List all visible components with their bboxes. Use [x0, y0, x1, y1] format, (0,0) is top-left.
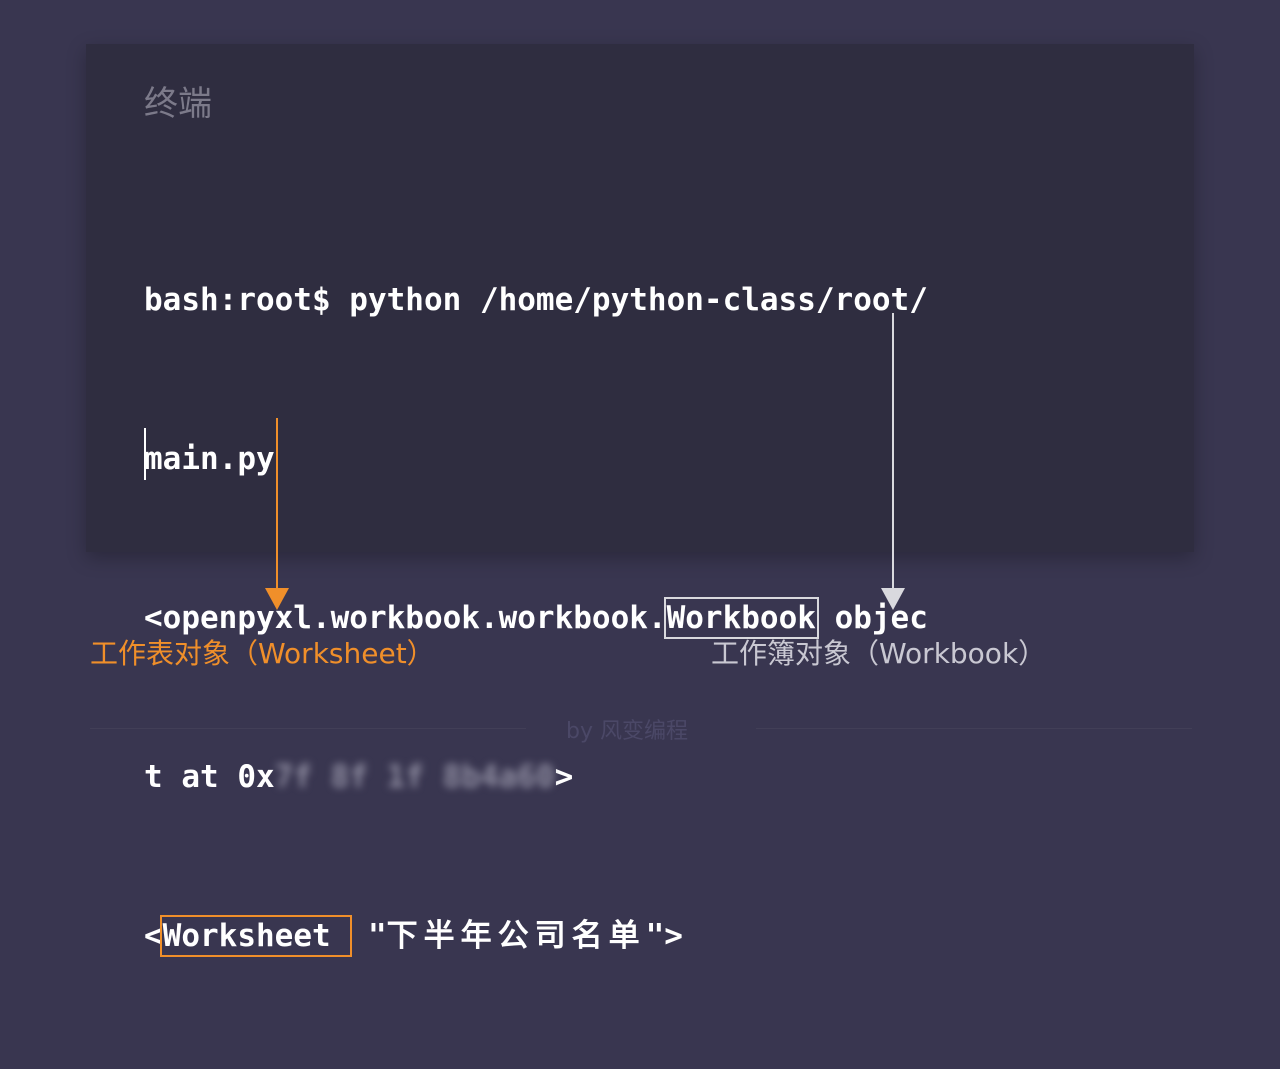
worksheet-arrow-icon — [265, 588, 289, 610]
worksheet-highlight: Worksheet — [159, 915, 353, 957]
worksheet-label: 工作表对象（Worksheet） — [90, 637, 435, 670]
panel-title: 终端 — [144, 84, 212, 124]
worksheet-arrow-line — [276, 418, 278, 588]
sheet-name: 下半年公司名单 — [386, 918, 646, 954]
terminal-line: <Worksheet "下半年公司名单"> — [144, 910, 928, 963]
workbook-label: 工作簿对象（Workbook） — [711, 637, 1047, 670]
footer-credit: by 风变编程 — [566, 719, 688, 744]
terminal-line: main.py — [144, 433, 928, 486]
workbook-arrow-line — [892, 313, 894, 588]
terminal-output: bash:root$ python /home/python-class/roo… — [144, 168, 928, 1069]
output-text: t at 0x — [144, 759, 275, 795]
footer-divider-right — [756, 728, 1192, 729]
output-text: " — [349, 918, 387, 954]
workbook-highlight: Workbook — [663, 597, 819, 639]
text-cursor — [144, 428, 146, 480]
memory-address-blurred: 7f 8f 1f 8b4a60 — [274, 759, 555, 795]
command-text: bash:root$ python /home/python-class/roo… — [144, 282, 928, 318]
footer-divider-left — [90, 728, 526, 729]
workbook-arrow-icon — [881, 588, 905, 610]
output-text: "> — [645, 918, 683, 954]
terminal-panel: 终端 bash:root$ python /home/python-class/… — [86, 44, 1194, 957]
command-text-cont: main.py — [144, 441, 275, 477]
output-text: > — [554, 759, 574, 795]
output-text: objec — [815, 600, 928, 636]
terminal-line: t at 0x7f 8f 1f 8b4a60> — [144, 751, 928, 804]
output-text: <openpyxl.workbook.workbook. — [144, 600, 667, 636]
output-text: < — [144, 918, 163, 954]
terminal-line: bash:root$ python /home/python-class/roo… — [144, 274, 928, 327]
